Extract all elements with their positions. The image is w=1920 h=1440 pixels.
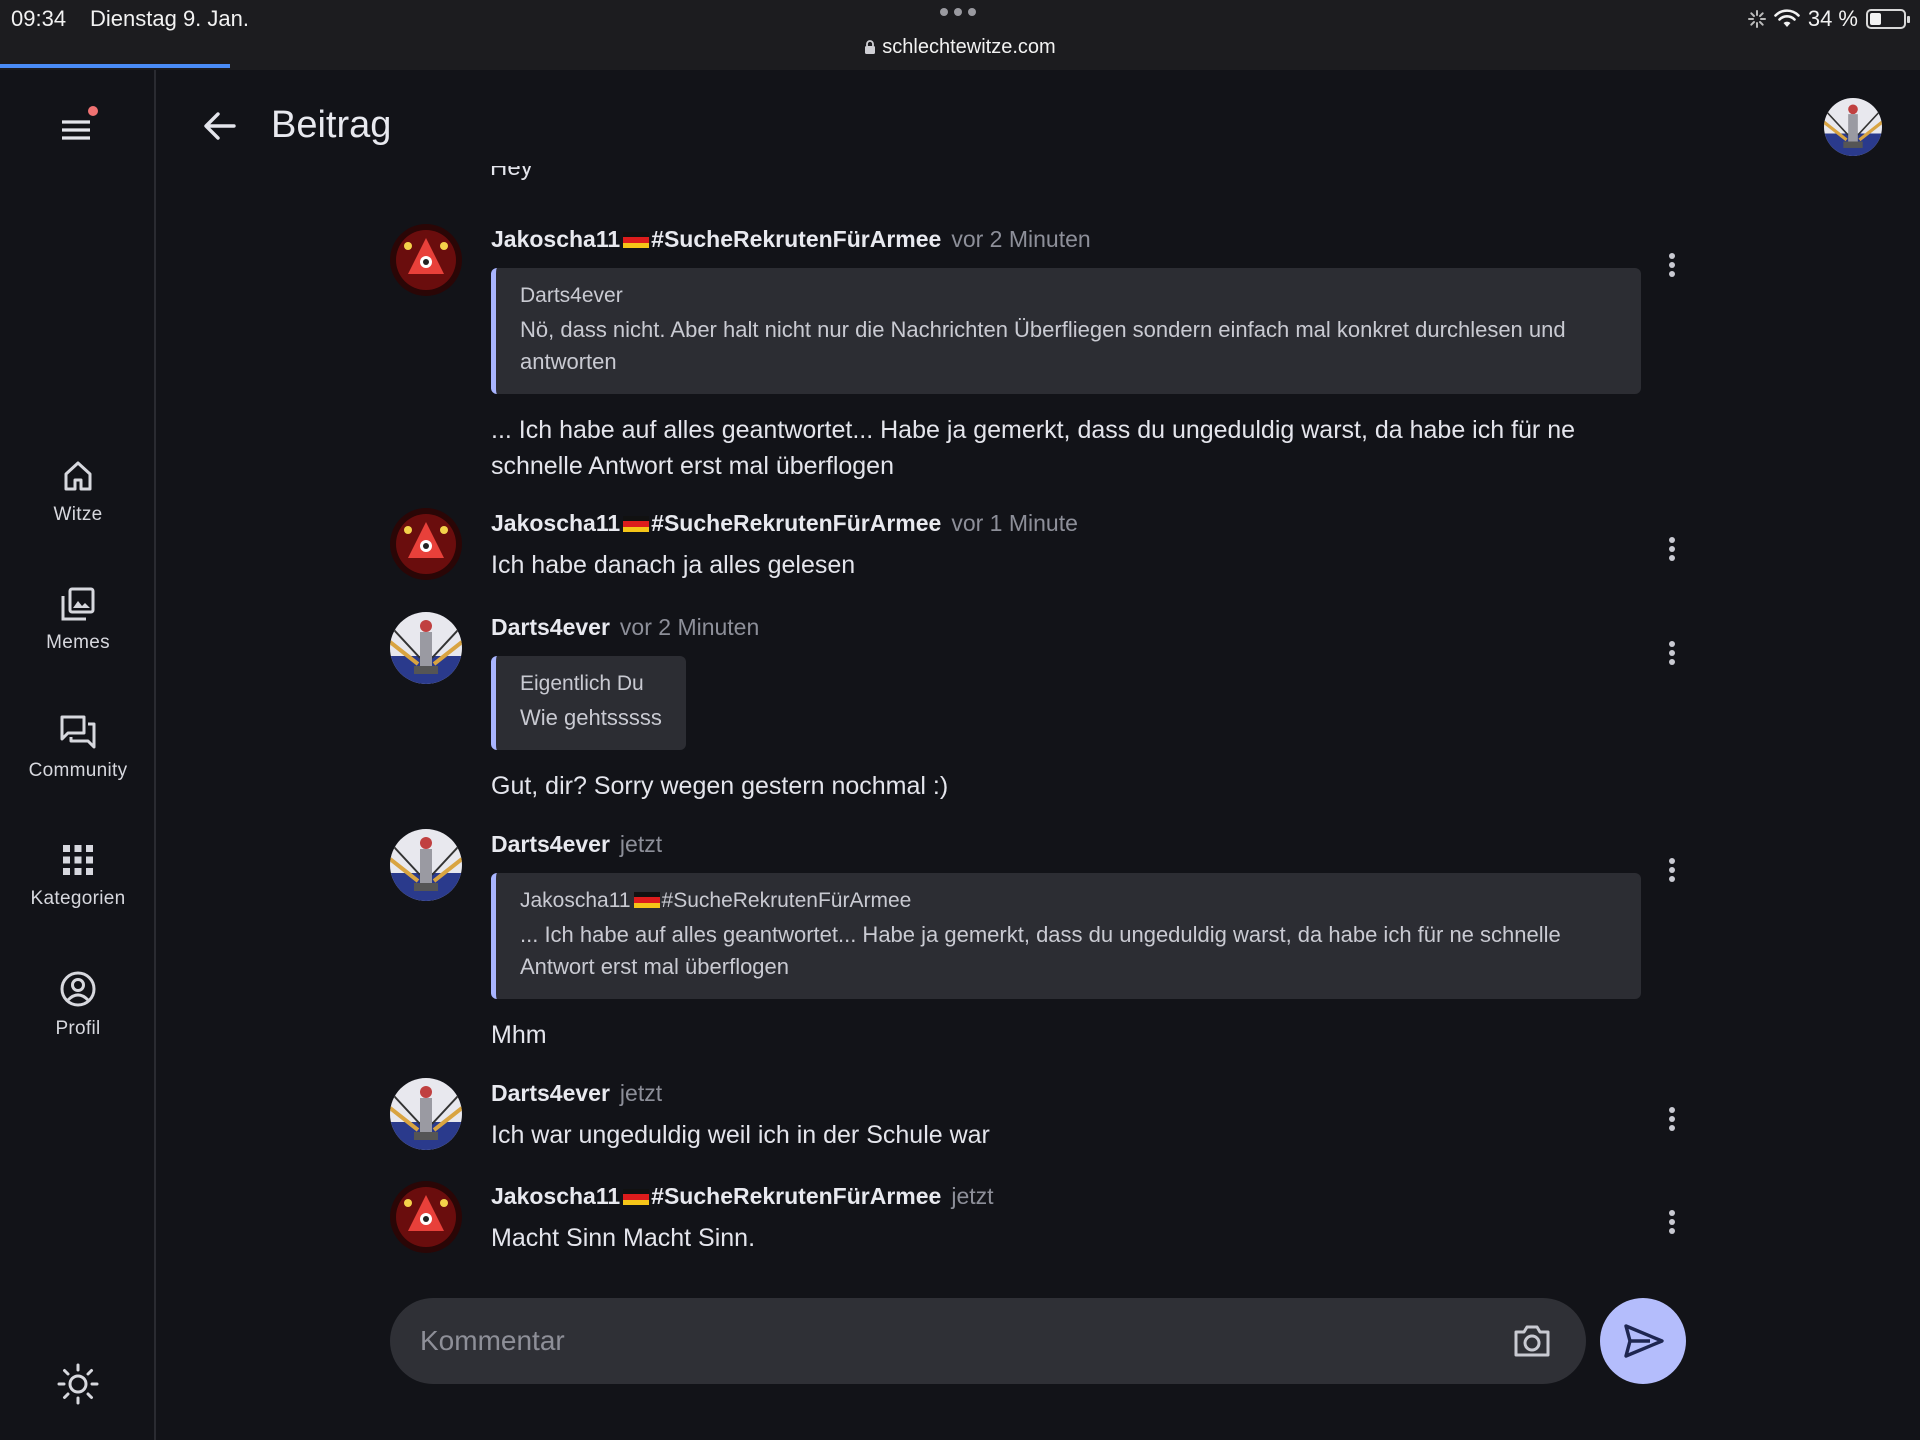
comment-text: Mhm bbox=[491, 1021, 547, 1049]
sidebar-item-label: Witze bbox=[53, 504, 103, 525]
sidebar-item-label: Profil bbox=[55, 1018, 101, 1039]
comment-input[interactable] bbox=[420, 1298, 1460, 1384]
avatar[interactable] bbox=[390, 224, 462, 296]
author-tag: #SucheRekrutenFürArmee bbox=[651, 226, 942, 252]
camera-icon[interactable] bbox=[1512, 1322, 1552, 1360]
avatar[interactable] bbox=[390, 508, 462, 580]
comment-timestamp: vor 2 Minuten bbox=[619, 614, 760, 640]
partial-message-text: Hey bbox=[490, 166, 533, 181]
wifi-icon bbox=[1774, 9, 1800, 27]
comment-author[interactable]: Jakoscha11 bbox=[491, 1183, 620, 1209]
sidebar-item-witze[interactable]: Witze bbox=[0, 458, 156, 568]
quote-text: Nö, dass nicht. Aber halt nicht nur die … bbox=[520, 317, 1566, 374]
sidebar-item-profil[interactable]: Profil bbox=[0, 970, 156, 1080]
sidebar: Witze Memes Community Kategorien Profil bbox=[0, 70, 156, 1440]
comment-composer bbox=[390, 1298, 1586, 1384]
hamburger-menu-icon[interactable] bbox=[56, 110, 96, 150]
german-flag-icon bbox=[633, 892, 660, 908]
more-options-icon[interactable] bbox=[1660, 534, 1684, 574]
more-options-icon[interactable] bbox=[1660, 855, 1684, 895]
more-options-icon[interactable] bbox=[1660, 1104, 1684, 1144]
send-icon bbox=[1624, 1324, 1664, 1358]
comment-timestamp: vor 1 Minute bbox=[951, 510, 1078, 536]
darts-trophy-avatar-icon bbox=[390, 612, 462, 684]
avatar[interactable] bbox=[390, 829, 462, 901]
quoted-comment[interactable]: Jakoscha11 #SucheRekrutenFürArmee ... Ich… bbox=[491, 873, 1641, 999]
page-load-progress bbox=[0, 64, 230, 68]
author-tag: #SucheRekrutenFürArmee bbox=[651, 510, 942, 536]
more-options-icon[interactable] bbox=[1660, 250, 1684, 290]
sun-theme-toggle-icon[interactable] bbox=[56, 1362, 100, 1406]
activity-spinner-icon bbox=[1747, 10, 1766, 28]
more-options-icon[interactable] bbox=[1660, 1207, 1684, 1247]
back-arrow-icon[interactable] bbox=[200, 106, 240, 146]
battery-percent: 34 % bbox=[1807, 6, 1858, 31]
red-triangle-avatar-icon bbox=[390, 1181, 462, 1253]
darts-trophy-avatar-icon bbox=[1824, 98, 1882, 156]
darts-trophy-avatar-icon bbox=[390, 829, 462, 901]
browser-status-bar: 09:34 Dienstag 9. Jan. schlechtewitze.co… bbox=[0, 0, 1920, 70]
comment-text: ... Ich habe auf alles geantwortet... Ha… bbox=[491, 416, 1575, 480]
comment-text: Ich war ungeduldig weil ich in der Schul… bbox=[491, 1121, 990, 1149]
sidebar-item-label: Memes bbox=[46, 632, 110, 653]
german-flag-icon bbox=[623, 516, 650, 532]
sidebar-item-label: Kategorien bbox=[30, 888, 126, 909]
sidebar-item-label: Community bbox=[28, 760, 128, 781]
comment-timestamp: jetzt bbox=[951, 1183, 994, 1209]
quote-author-tag: #SucheRekrutenFürArmee bbox=[661, 889, 912, 912]
author-tag: #SucheRekrutenFürArmee bbox=[651, 1183, 942, 1209]
comment-text: Gut, dir? Sorry wegen gestern nochmal :) bbox=[491, 772, 949, 800]
darts-trophy-avatar-icon bbox=[390, 1078, 462, 1150]
grid-icon bbox=[63, 845, 93, 875]
red-triangle-avatar-icon bbox=[390, 224, 462, 296]
comment-author[interactable]: Jakoscha11 bbox=[491, 226, 620, 252]
account-circle-icon bbox=[60, 971, 96, 1007]
comment-text: Macht Sinn Macht Sinn. bbox=[491, 1224, 756, 1252]
comment-author[interactable]: Jakoscha11 bbox=[491, 510, 620, 536]
avatar[interactable] bbox=[390, 1181, 462, 1253]
german-flag-icon bbox=[623, 232, 650, 248]
comment-timestamp: jetzt bbox=[619, 831, 663, 857]
comment-author[interactable]: Darts4ever bbox=[491, 831, 610, 857]
user-avatar[interactable] bbox=[1824, 98, 1882, 156]
quote-text: ... Ich habe auf alles geantwortet... Ha… bbox=[520, 922, 1561, 979]
quote-text: Wie gehtsssss bbox=[520, 705, 662, 730]
more-options-icon[interactable] bbox=[1660, 638, 1684, 678]
comment-text: Ich habe danach ja alles gelesen bbox=[491, 551, 856, 579]
date: Dienstag 9. Jan. bbox=[90, 6, 249, 31]
german-flag-icon bbox=[623, 1189, 650, 1205]
quote-author: Darts4ever bbox=[520, 284, 623, 307]
sidebar-item-memes[interactable]: Memes bbox=[0, 586, 156, 696]
quote-author: Eigentlich Du bbox=[520, 672, 644, 695]
page-title: Beitrag bbox=[271, 104, 392, 146]
image-gallery-icon bbox=[61, 587, 95, 621]
top-app-bar: Beitrag bbox=[158, 70, 1920, 180]
comment-author[interactable]: Darts4ever bbox=[491, 1080, 610, 1106]
comment-timestamp: jetzt bbox=[619, 1080, 663, 1106]
quote-author: Jakoscha11 bbox=[520, 889, 631, 912]
quote-author-line: Jakoscha11 #SucheRekrutenFürArmee bbox=[520, 887, 1617, 915]
chat-icon bbox=[60, 715, 96, 749]
url-text: schlechtewitze.com bbox=[882, 36, 1056, 58]
battery-icon bbox=[1866, 9, 1910, 29]
address-bar[interactable]: schlechtewitze.com bbox=[0, 36, 1920, 59]
red-triangle-avatar-icon bbox=[390, 508, 462, 580]
lock-icon bbox=[865, 40, 876, 54]
quoted-comment[interactable]: Darts4ever Nö, dass nicht. Aber halt nic… bbox=[491, 268, 1641, 394]
system-indicators: 34 % bbox=[1747, 6, 1910, 32]
comment-author[interactable]: Darts4ever bbox=[491, 614, 610, 640]
sidebar-item-community[interactable]: Community bbox=[0, 714, 156, 824]
avatar[interactable] bbox=[390, 612, 462, 684]
avatar[interactable] bbox=[390, 1078, 462, 1150]
quoted-comment[interactable]: Eigentlich Du Wie gehtsssss bbox=[491, 656, 686, 750]
notification-dot bbox=[88, 106, 98, 116]
sidebar-item-kategorien[interactable]: Kategorien bbox=[0, 842, 156, 952]
send-button[interactable] bbox=[1600, 1298, 1686, 1384]
home-icon bbox=[64, 461, 92, 491]
clock: 09:34 bbox=[11, 6, 67, 31]
multitask-dots-icon[interactable] bbox=[940, 8, 976, 16]
comment-timestamp: vor 2 Minuten bbox=[951, 226, 1091, 252]
